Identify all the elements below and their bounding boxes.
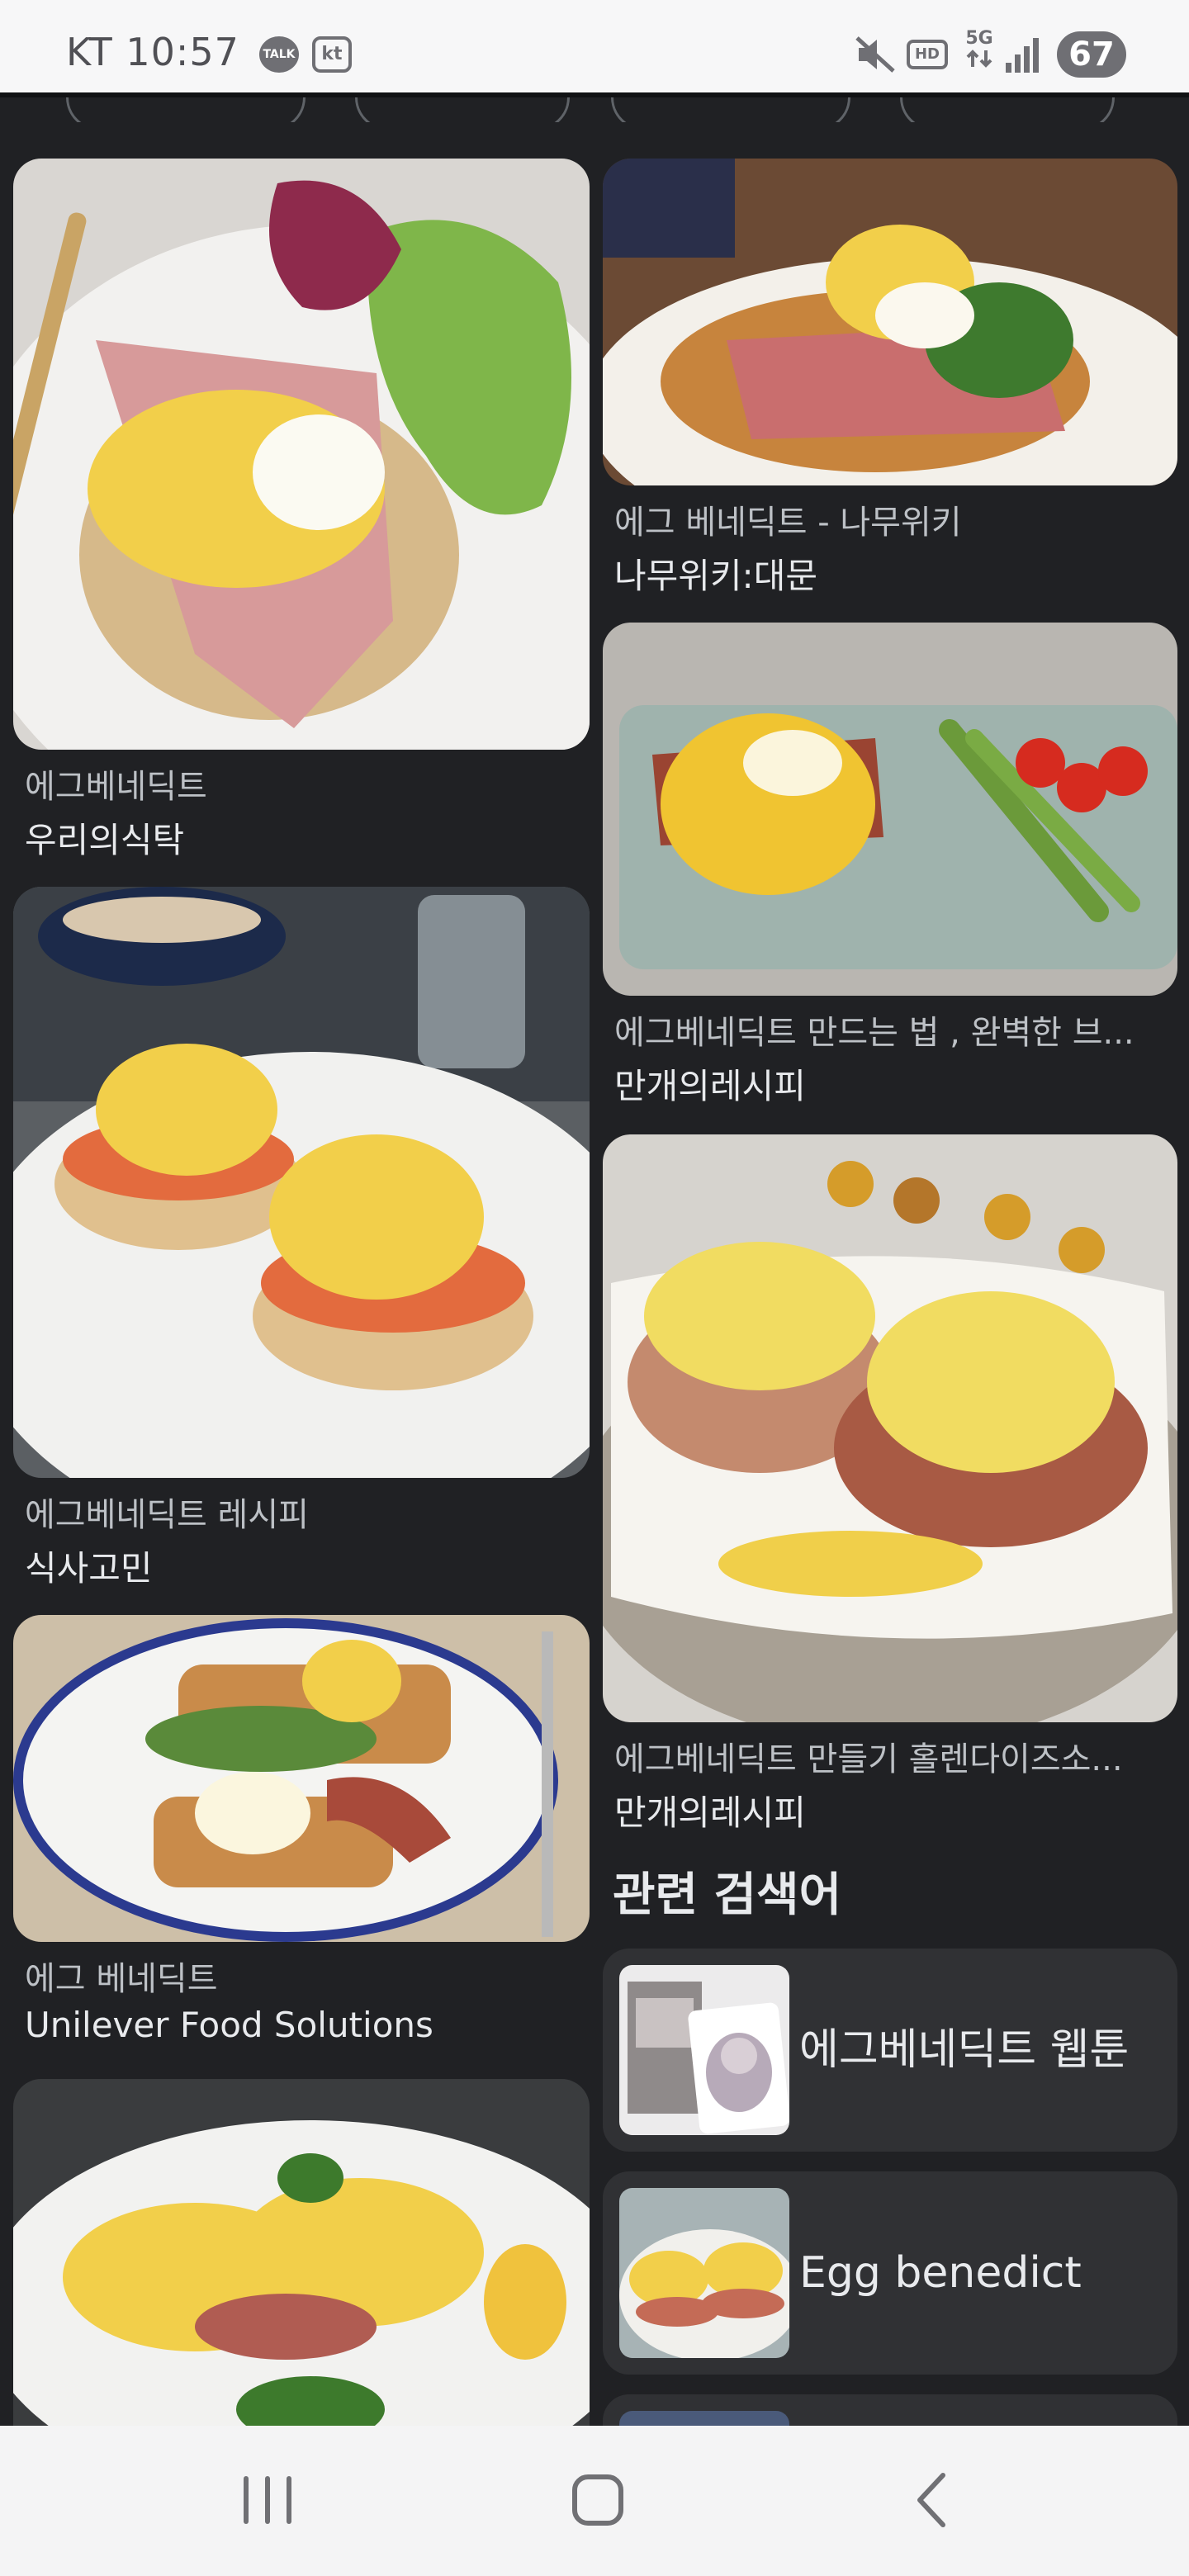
result-source[interactable]: 나무위키:대문: [614, 548, 817, 599]
result-source[interactable]: 우리의식탁: [25, 812, 184, 863]
recents-icon[interactable]: [218, 2459, 317, 2541]
home-icon[interactable]: [548, 2459, 647, 2541]
status-bar: KT 10:57 TALK kt HD 5G 67: [0, 0, 1189, 92]
signal-icon: [1006, 38, 1039, 73]
result-source[interactable]: 만개의레시피: [614, 1785, 806, 1835]
related-search-label[interactable]: 에그베네딕트 웹툰: [799, 1949, 1129, 2152]
carrier-time: KT 10:57: [66, 30, 239, 74]
result-image[interactable]: [603, 159, 1177, 485]
result-source[interactable]: Unilever Food Solutions: [25, 2005, 433, 2045]
image-result-card[interactable]: 에그베네딕트 만드는 법 , 완벽한 브... 만개의레시피: [603, 623, 1177, 1106]
hd-voice-icon: HD: [907, 40, 948, 69]
result-image[interactable]: [603, 1134, 1177, 1722]
related-search-thumbnail: [619, 2411, 789, 2426]
filter-chips-row[interactable]: [0, 97, 1189, 122]
related-search-item[interactable]: [603, 2394, 1177, 2426]
result-title[interactable]: 에그베네딕트 레시피: [25, 1488, 586, 1536]
related-searches-heading: 관련 검색어: [613, 1868, 842, 1922]
filter-chip[interactable]: [611, 97, 850, 122]
back-icon[interactable]: [882, 2459, 981, 2541]
image-result-card[interactable]: 에그베네딕트 레시피 식사고민: [13, 887, 590, 1597]
filter-chip[interactable]: [900, 97, 1115, 122]
battery-indicator: 67: [1057, 31, 1126, 78]
network-5g-icon: 5G: [959, 28, 999, 78]
result-source[interactable]: 식사고민: [25, 1541, 153, 1591]
data-arrows-icon: [966, 50, 992, 68]
image-result-card[interactable]: [13, 2079, 590, 2426]
result-title[interactable]: 에그 베네딕트 - 나무위키: [614, 495, 1176, 543]
result-title[interactable]: 에그베네딕트: [25, 760, 586, 807]
result-image[interactable]: [13, 887, 590, 1478]
image-result-card[interactable]: 에그베네딕트 만들기 홀렌다이즈소... 만개의레시피: [603, 1134, 1177, 1836]
network-label: 5G: [965, 28, 993, 49]
result-title[interactable]: 에그베네딕트 만들기 홀렌다이즈소...: [614, 1732, 1176, 1780]
related-search-item[interactable]: 에그베네딕트 웹툰: [603, 1949, 1177, 2152]
related-search-thumbnail: [619, 1965, 789, 2135]
filter-chip[interactable]: [66, 97, 306, 122]
result-source[interactable]: 만개의레시피: [614, 1058, 806, 1109]
result-title[interactable]: 에그베네딕트 만드는 법 , 완벽한 브...: [614, 1006, 1176, 1054]
mute-icon: [855, 36, 895, 73]
result-image[interactable]: [603, 623, 1177, 996]
filter-chip[interactable]: [355, 97, 570, 122]
system-navigation-bar: [0, 2426, 1189, 2576]
image-result-card[interactable]: 에그 베네딕트 Unilever Food Solutions: [13, 1615, 590, 2061]
result-title[interactable]: 에그 베네딕트: [25, 1952, 586, 2000]
result-image[interactable]: [13, 1615, 590, 1942]
related-search-item[interactable]: Egg benedict: [603, 2171, 1177, 2375]
image-result-card[interactable]: 에그 베네딕트 - 나무위키 나무위키:대문: [603, 159, 1177, 604]
result-image[interactable]: [13, 2079, 590, 2426]
related-search-label[interactable]: Egg benedict: [799, 2171, 1082, 2375]
related-search-thumbnail: [619, 2188, 789, 2358]
kakaotalk-icon: TALK: [259, 36, 299, 73]
result-image[interactable]: [13, 159, 590, 750]
image-result-card[interactable]: 에그베네딕트 우리의식탁: [13, 159, 590, 869]
kt-icon: kt: [312, 36, 352, 73]
